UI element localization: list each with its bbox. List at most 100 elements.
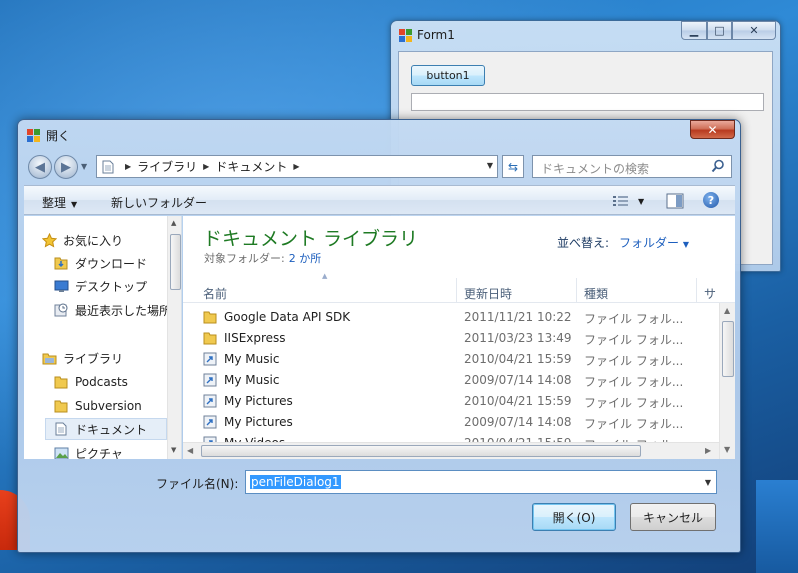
file-row[interactable]: My Music 2009/07/14 14:08 ファイル フォル...	[183, 370, 718, 391]
scroll-right-icon[interactable]: ▶	[705, 446, 711, 455]
nav-item-label: ライブラリ	[63, 351, 124, 366]
caption-buttons: ▁ □ ✕	[681, 21, 776, 41]
close-button[interactable]: ✕	[732, 21, 776, 40]
column-headers: 名前 更新日時 種類 サ	[183, 278, 735, 303]
change-view-button[interactable]: ▼	[612, 194, 646, 208]
file-list-vertical-scrollbar[interactable]: ▲ ▼	[719, 303, 735, 459]
maximize-button[interactable]: □	[707, 21, 732, 40]
dialog-title: 開く	[46, 129, 71, 143]
file-row[interactable]: Google Data API SDK 2011/11/21 10:22 ファイル …	[183, 307, 718, 328]
file-type: ファイル フォル...	[584, 312, 684, 326]
nav-item-libraries[interactable]: ライブラリ	[41, 347, 181, 369]
column-divider[interactable]	[576, 278, 577, 303]
address-dropdown-icon[interactable]: ▼	[487, 161, 493, 170]
scrollbar-thumb[interactable]	[170, 234, 181, 290]
textbox[interactable]	[411, 93, 764, 111]
file-type: ファイル フォル...	[584, 396, 684, 410]
recent-pages-dropdown-icon[interactable]: ▼	[81, 162, 87, 171]
arrange-by-dropdown[interactable]: フォルダー ▼	[619, 236, 689, 250]
arrange-by: 並べ替え: フォルダー ▼	[557, 234, 689, 251]
breadcrumb-libraries[interactable]: ライブラリ	[137, 158, 197, 175]
file-date: 2011/03/23 13:49	[464, 331, 572, 345]
refresh-button[interactable]: ⇆	[502, 155, 524, 178]
nav-item-desktop[interactable]: デスクトップ	[53, 275, 181, 297]
scroll-up-icon[interactable]: ▲	[171, 219, 176, 227]
nav-pane-scrollbar[interactable]: ▲ ▼	[167, 216, 181, 459]
search-placeholder: ドキュメントの検索	[541, 162, 650, 176]
forward-button[interactable]: ▶	[54, 155, 78, 179]
file-list-horizontal-scrollbar[interactable]: ◀ ▶	[183, 442, 719, 459]
button1[interactable]: button1	[411, 65, 485, 86]
filename-dropdown-icon[interactable]: ▼	[705, 478, 711, 487]
filename-combobox[interactable]: penFileDialog1 ▼	[245, 470, 717, 494]
folder-icon	[53, 398, 69, 414]
scrollbar-thumb[interactable]	[722, 321, 734, 377]
column-header-size[interactable]: サ	[704, 285, 716, 302]
file-date: 2009/07/14 14:08	[464, 373, 572, 387]
folder-icon	[203, 331, 217, 348]
column-divider[interactable]	[696, 278, 697, 303]
column-header-name[interactable]: 名前	[203, 285, 227, 302]
file-date: 2009/07/14 14:08	[464, 415, 572, 429]
nav-item-documents[interactable]: ドキュメント	[45, 418, 167, 440]
breadcrumb-separator-icon: ▶	[125, 162, 132, 171]
cancel-button[interactable]: キャンセル	[630, 503, 716, 531]
scroll-up-icon[interactable]: ▲	[724, 306, 730, 315]
breadcrumb-documents[interactable]: ドキュメント	[215, 158, 287, 175]
nav-item-recent[interactable]: 最近表示した場所	[53, 299, 181, 321]
file-date: 2010/04/21 15:59	[464, 352, 572, 366]
recent-places-icon	[53, 302, 69, 318]
new-folder-button[interactable]: 新しいフォルダー	[111, 194, 207, 211]
app-icon	[27, 129, 40, 142]
nav-item-label: Subversion	[75, 399, 142, 413]
search-input[interactable]: ドキュメントの検索	[532, 155, 732, 178]
locations-label: 対象フォルダー:	[204, 252, 285, 265]
file-row[interactable]: My Pictures 2009/07/14 14:08 ファイル フォル...	[183, 412, 718, 433]
column-divider[interactable]	[456, 278, 457, 303]
nav-item-favorites[interactable]: お気に入り	[41, 229, 181, 251]
filename-value[interactable]: penFileDialog1	[250, 475, 341, 489]
dropdown-caret-icon: ▼	[71, 200, 78, 209]
file-row[interactable]: My Music 2010/04/21 15:59 ファイル フォル...	[183, 349, 718, 370]
nav-item-pictures[interactable]: ピクチャ	[53, 442, 181, 460]
close-button[interactable]: ✕	[690, 120, 735, 139]
filename-label: ファイル名(N):	[156, 477, 239, 491]
file-list-pane: ドキュメント ライブラリ 対象フォルダー: 2 か所 並べ替え: フォルダー ▼ ▲…	[183, 216, 735, 459]
refresh-icon: ⇆	[507, 159, 519, 174]
file-row[interactable]: My Pictures 2010/04/21 15:59 ファイル フォル...	[183, 391, 718, 412]
organize-menu[interactable]: 整理 ▼	[42, 194, 77, 211]
file-type: ファイル フォル...	[584, 354, 684, 368]
nav-item-subversion[interactable]: Subversion	[53, 395, 181, 417]
folder-icon	[203, 310, 217, 327]
minimize-button[interactable]: ▁	[681, 21, 707, 40]
folder-icon	[53, 374, 69, 390]
library-title: ドキュメント ライブラリ	[203, 228, 419, 250]
column-header-date[interactable]: 更新日時	[464, 285, 512, 302]
documents-icon	[97, 156, 119, 177]
file-name: IISExpress	[224, 331, 286, 345]
forward-arrow-icon: ▶	[61, 159, 71, 175]
nav-item-podcasts[interactable]: Podcasts	[53, 371, 181, 393]
downloads-folder-icon	[53, 255, 69, 271]
scroll-left-icon[interactable]: ◀	[187, 446, 193, 455]
locations-link[interactable]: 2 か所	[289, 252, 322, 265]
preview-pane-icon[interactable]	[666, 193, 684, 209]
help-icon[interactable]: ?	[703, 192, 719, 208]
column-header-type[interactable]: 種類	[584, 285, 608, 302]
nav-item-label: ピクチャ	[75, 446, 123, 460]
scroll-down-icon[interactable]: ▼	[171, 446, 176, 454]
file-name: My Music	[224, 352, 280, 366]
command-bar: 整理 ▼ 新しいフォルダー ▼ ?	[24, 185, 735, 215]
pictures-icon	[53, 445, 69, 459]
nav-item-downloads[interactable]: ダウンロード	[53, 252, 181, 274]
scrollbar-thumb[interactable]	[201, 445, 641, 457]
file-row[interactable]: IISExpress 2011/03/23 13:49 ファイル フォル...	[183, 328, 718, 349]
scroll-down-icon[interactable]: ▼	[724, 445, 730, 454]
breadcrumb-separator-icon: ▶	[203, 162, 210, 171]
back-button[interactable]: ◀	[28, 155, 52, 179]
open-button[interactable]: 開く(O)	[532, 503, 616, 531]
search-icon[interactable]	[711, 159, 725, 173]
window-title: Form1	[417, 28, 455, 42]
file-name: My Music	[224, 373, 280, 387]
address-bar[interactable]: ▶ ライブラリ ▶ ドキュメント ▶ ▼	[96, 155, 498, 178]
